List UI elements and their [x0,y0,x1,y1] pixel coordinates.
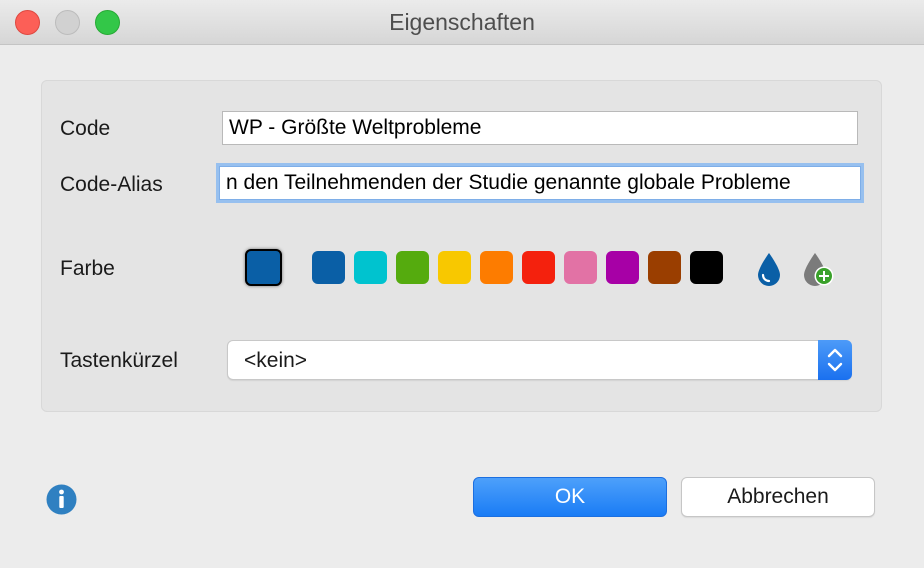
shortcut-value: <kein> [244,349,308,372]
ok-button[interactable]: OK [473,477,667,517]
drop-icon[interactable] [755,251,783,287]
code-alias-value: n den Teilnehmenden der Studie genannte … [226,171,791,194]
color-swatch[interactable] [312,251,345,284]
color-swatch[interactable] [354,251,387,284]
properties-dialog: Eigenschaften Code WP - Größte Weltprobl… [0,0,924,568]
color-swatch[interactable] [438,251,471,284]
color-label: Farbe [60,257,115,280]
code-alias-field[interactable]: n den Teilnehmenden der Studie genannte … [219,166,861,200]
selected-color-swatch[interactable] [245,249,282,286]
color-swatch[interactable] [606,251,639,284]
color-swatch[interactable] [522,251,555,284]
code-alias-label: Code-Alias [60,173,163,196]
color-swatch[interactable] [690,251,723,284]
color-swatch[interactable] [564,251,597,284]
code-label: Code [60,117,111,140]
color-swatch[interactable] [480,251,513,284]
shortcut-popup[interactable]: <kein> [227,340,852,380]
color-swatch[interactable] [396,251,429,284]
code-field[interactable]: WP - Größte Weltprobleme [222,111,858,145]
cancel-button[interactable]: Abbrechen [681,477,875,517]
drop-plus-icon[interactable] [801,251,837,287]
title-bar: Eigenschaften [0,0,924,45]
window-title: Eigenschaften [389,9,535,35]
color-swatch[interactable] [648,251,681,284]
popup-arrows-icon [818,340,852,380]
shortcut-label: Tastenkürzel [60,349,178,372]
info-icon[interactable] [46,484,77,515]
